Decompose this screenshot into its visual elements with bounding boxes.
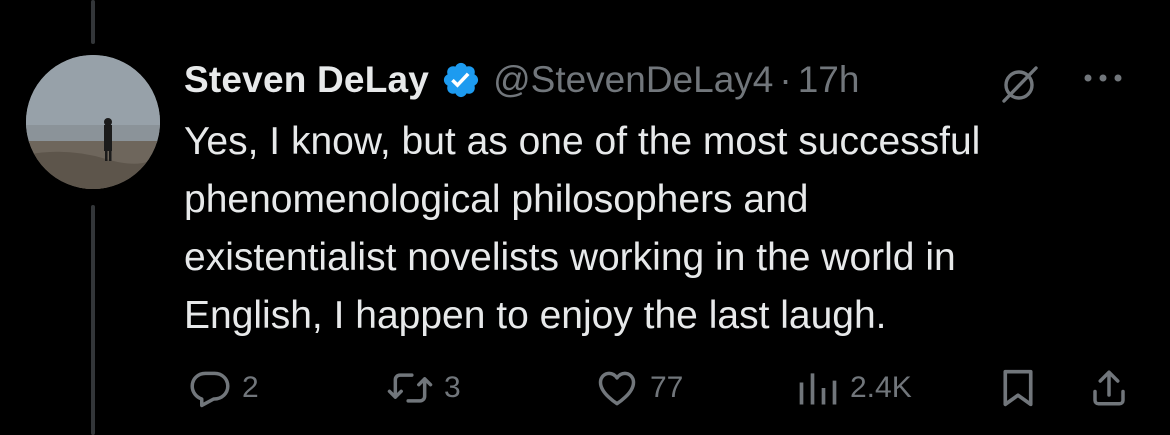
thread-line-top [91, 0, 95, 44]
separator-dot: · [779, 59, 792, 100]
repost-count: 3 [444, 371, 461, 404]
verified-badge-icon[interactable] [441, 60, 481, 100]
more-options-icon[interactable] [1078, 58, 1128, 98]
reply-count: 2 [242, 371, 259, 404]
share-button[interactable] [1088, 360, 1130, 416]
analytics-icon [796, 366, 840, 410]
thread-line-bottom [91, 205, 95, 435]
avatar[interactable] [26, 55, 160, 189]
bookmark-button[interactable] [998, 360, 1038, 416]
post-timestamp[interactable]: 17h [798, 59, 860, 101]
views-count: 2.4K [850, 371, 912, 404]
author-display-name[interactable]: Steven DeLay [184, 59, 429, 101]
author-handle[interactable]: @StevenDeLay4 [493, 59, 773, 101]
post-header: Steven DeLay @StevenDeLay4 · 17h [184, 50, 1150, 110]
like-button[interactable]: 77 [594, 360, 683, 416]
views-button[interactable]: 2.4K [796, 360, 912, 416]
share-icon [1088, 366, 1130, 410]
post-text: Yes, I know, but as one of the most succ… [184, 120, 981, 337]
grok-icon[interactable] [998, 62, 1042, 106]
repost-icon [386, 366, 434, 410]
reply-icon [188, 366, 232, 410]
bookmark-icon [998, 366, 1038, 410]
like-count: 77 [650, 371, 684, 404]
repost-button[interactable]: 3 [386, 360, 461, 416]
reply-button[interactable]: 2 [188, 360, 259, 416]
heart-icon [594, 366, 640, 410]
